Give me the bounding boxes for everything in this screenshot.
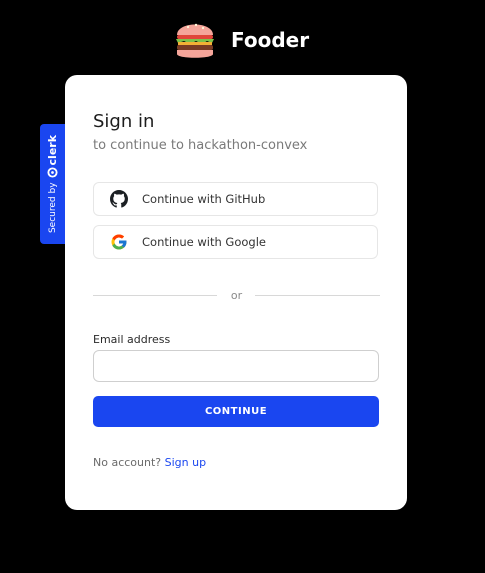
divider-text: or <box>230 289 243 302</box>
github-icon <box>110 190 128 208</box>
burger-icon <box>176 23 214 58</box>
signin-subtitle: to continue to hackathon-convex <box>93 138 308 153</box>
secured-by-text: Secured by <box>47 182 58 234</box>
signin-title: Sign in <box>93 111 155 132</box>
no-account-text: No account? <box>93 456 162 469</box>
or-divider: or <box>93 289 380 302</box>
signup-link[interactable]: Sign up <box>165 456 206 469</box>
email-field[interactable] <box>93 350 379 382</box>
clerk-brand: clerk <box>46 135 59 179</box>
app-name: Fooder <box>231 28 310 52</box>
github-signin-label: Continue with GitHub <box>142 192 266 206</box>
google-signin-button[interactable]: Continue with Google <box>93 225 378 259</box>
clerk-logo-icon <box>47 167 58 179</box>
clerk-brand-text: clerk <box>46 134 59 166</box>
email-label: Email address <box>93 333 171 346</box>
app-header: Fooder <box>0 14 485 66</box>
continue-button[interactable]: CONTINUE <box>93 396 379 427</box>
github-signin-button[interactable]: Continue with GitHub <box>93 182 378 216</box>
google-icon <box>111 234 127 250</box>
signin-card: Sign in to continue to hackathon-convex … <box>65 75 407 510</box>
google-signin-label: Continue with Google <box>142 235 266 249</box>
secured-by-clerk-badge[interactable]: Secured by clerk <box>40 124 65 244</box>
signup-prompt: No account? Sign up <box>93 456 206 469</box>
